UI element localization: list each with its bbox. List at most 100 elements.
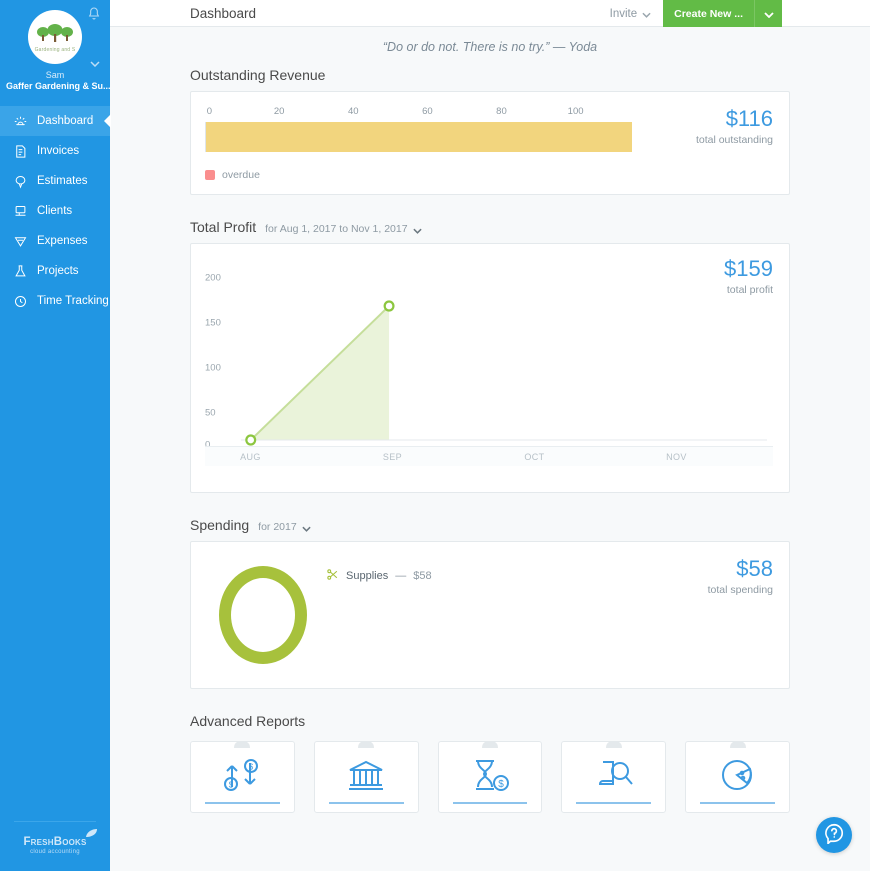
outstanding-revenue-summary: $116 total outstanding xyxy=(653,106,773,181)
sidebar-item-time-tracking[interactable]: Time Tracking xyxy=(0,286,110,316)
outstanding-revenue-card: 0 20 40 60 80 100 overdue $116 total out… xyxy=(190,91,790,195)
x-tick-label: SEP xyxy=(382,452,403,462)
freshbooks-tagline: cloud accounting xyxy=(30,849,80,855)
bell-icon[interactable] xyxy=(86,6,102,22)
x-tick-label: AUG xyxy=(240,452,261,462)
clipboard-clip-icon xyxy=(229,735,255,748)
report-card-invoice-details[interactable] xyxy=(561,741,667,813)
top-bar: Dashboard Invite Create New ... xyxy=(110,0,870,27)
create-new-button[interactable]: Create New ... xyxy=(663,0,754,27)
help-button[interactable] xyxy=(816,817,852,853)
report-card-underline xyxy=(700,802,775,804)
sidebar-account-section[interactable]: Gardening and S Sam Gaffer Gardening & S… xyxy=(0,0,110,92)
x-tick-label: OCT xyxy=(524,452,545,462)
section-title: Outstanding Revenue xyxy=(190,67,326,83)
x-tick-label: 40 xyxy=(347,106,359,117)
svg-text:$: $ xyxy=(249,762,254,771)
app-root: Gardening and S Sam Gaffer Gardening & S… xyxy=(0,0,870,871)
total-profit-chart: 200 150 100 50 0 AUG SEP OCT NOV xyxy=(205,266,773,466)
svg-text:$: $ xyxy=(498,779,504,790)
x-tick-label: NOV xyxy=(666,452,687,462)
spending-donut-chart[interactable] xyxy=(219,566,307,664)
outstanding-revenue-body: 0 20 40 60 80 100 overdue $116 total out… xyxy=(205,106,773,181)
outstanding-revenue-chart: 0 20 40 60 80 100 overdue xyxy=(205,106,653,181)
revenue-bar[interactable] xyxy=(206,122,633,152)
report-card-underline xyxy=(576,802,652,804)
x-tick-label: 80 xyxy=(496,106,507,117)
sidebar-item-clients[interactable]: Clients xyxy=(0,196,110,226)
advanced-reports-header: Advanced Reports xyxy=(190,713,790,729)
clipboard-clip-icon xyxy=(353,735,379,748)
sidebar-item-label: Expenses xyxy=(37,235,88,248)
sidebar-item-label: Estimates xyxy=(37,175,88,188)
invite-label: Invite xyxy=(609,7,638,20)
sidebar-item-invoices[interactable]: Invoices xyxy=(0,136,110,166)
clipboard-clip-icon xyxy=(601,735,627,748)
document-search-icon xyxy=(594,758,634,797)
sidebar-company-name: Gaffer Gardening & Su... xyxy=(6,80,110,91)
revenue-legend: overdue xyxy=(205,169,641,181)
profit-date-range-selector[interactable]: for Aug 1, 2017 to Nov 1, 2017 xyxy=(265,223,422,235)
spending-card: Supplies — $58 $58 total spending xyxy=(190,541,790,689)
sidebar: Gardening and S Sam Gaffer Gardening & S… xyxy=(0,0,110,871)
sidebar-item-expenses[interactable]: Expenses xyxy=(0,226,110,256)
avatar[interactable]: Gardening and S xyxy=(28,10,82,64)
sidebar-footer: FreshBooks cloud accounting xyxy=(14,821,97,871)
spending-header: Spending for 2017 xyxy=(190,517,790,533)
freshbooks-logo-text: FreshBooks xyxy=(23,836,87,848)
x-tick-label: 100 xyxy=(567,106,584,117)
main-area: Dashboard Invite Create New ... “Do or d… xyxy=(110,0,870,871)
sidebar-nav: Dashboard Invoices Estimates Clients Exp… xyxy=(0,106,110,316)
sidebar-item-estimates[interactable]: Estimates xyxy=(0,166,110,196)
report-card-underline xyxy=(205,802,280,804)
quote-text: “Do or do not. There is no try.” — Yoda xyxy=(382,40,598,54)
invite-button[interactable]: Invite xyxy=(610,8,652,20)
bank-balance-sheet-icon xyxy=(346,758,386,797)
spending-date-range-label: for 2017 xyxy=(258,521,297,533)
spending-total-amount: $58 xyxy=(736,556,773,581)
advanced-reports-row: $ $ $ xyxy=(190,741,790,813)
estimate-balloon-icon xyxy=(13,174,28,189)
legend-swatch-overdue xyxy=(205,170,215,180)
x-tick-label: 60 xyxy=(422,106,433,117)
svg-text:$: $ xyxy=(229,780,234,789)
quote-bar: “Do or do not. There is no try.” — Yoda xyxy=(110,27,870,67)
y-tick-label: 150 xyxy=(205,317,221,329)
spending-date-range-selector[interactable]: for 2017 xyxy=(258,521,311,533)
spending-summary: $58 total spending xyxy=(643,556,773,597)
spending-legend-label: Supplies xyxy=(346,570,389,582)
x-tick-label: 0 xyxy=(206,106,213,117)
x-tick-label: 20 xyxy=(273,106,285,117)
report-card-underline xyxy=(452,802,528,804)
sidebar-item-label: Projects xyxy=(37,265,79,278)
y-tick-label: 50 xyxy=(205,407,216,419)
report-card-underline xyxy=(328,802,404,804)
clock-icon xyxy=(13,294,28,309)
sidebar-item-dashboard[interactable]: Dashboard xyxy=(0,106,110,137)
profit-plot-area xyxy=(241,266,767,446)
revenue-bar-track xyxy=(205,122,641,152)
sidebar-item-projects[interactable]: Projects xyxy=(0,256,110,286)
report-card-balance-sheet[interactable] xyxy=(313,741,419,813)
create-new-dropdown-button[interactable] xyxy=(754,0,782,27)
sidebar-item-label: Dashboard xyxy=(37,115,94,128)
clipboard-clip-icon xyxy=(477,735,503,748)
chevron-down-icon xyxy=(642,9,651,18)
chevron-down-icon[interactable] xyxy=(90,59,100,70)
clipboard-clip-icon xyxy=(725,735,751,748)
sidebar-item-label: Time Tracking xyxy=(37,295,109,308)
section-title: Spending xyxy=(190,517,250,533)
spending-total-label: total spending xyxy=(707,584,773,596)
outstanding-total-amount: $116 xyxy=(725,106,773,131)
profit-x-axis: AUG SEP OCT NOV xyxy=(205,446,773,466)
top-bar-actions: Invite Create New ... xyxy=(610,0,782,27)
revenue-x-axis: 0 20 40 60 80 100 xyxy=(205,106,641,119)
hourglass-payments-icon: $ xyxy=(468,758,512,797)
report-card-payments-collected[interactable]: $ xyxy=(437,741,543,813)
spending-legend: Supplies — $58 xyxy=(326,568,432,584)
report-card-cash-flow[interactable]: $ $ xyxy=(190,741,295,813)
chevron-down-icon xyxy=(763,5,774,23)
chevron-down-icon xyxy=(412,225,422,234)
report-card-expense-report[interactable] xyxy=(685,741,790,813)
spending-legend-amount: $58 xyxy=(413,570,432,582)
